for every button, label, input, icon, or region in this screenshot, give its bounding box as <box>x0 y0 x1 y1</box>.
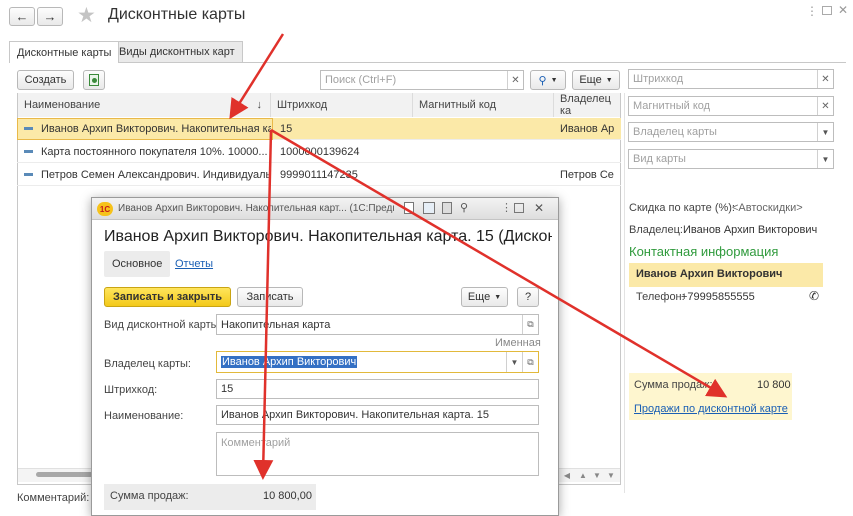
tab-discount-cards[interactable]: Дисконтные карты <box>9 41 120 63</box>
tab-label: Дисконтные карты <box>17 46 112 59</box>
arrow-to-sales-total <box>253 129 274 480</box>
arrow-to-sales-link <box>270 128 728 398</box>
arrow-to-selected-row <box>229 33 285 120</box>
annotation-arrows <box>229 33 728 480</box>
